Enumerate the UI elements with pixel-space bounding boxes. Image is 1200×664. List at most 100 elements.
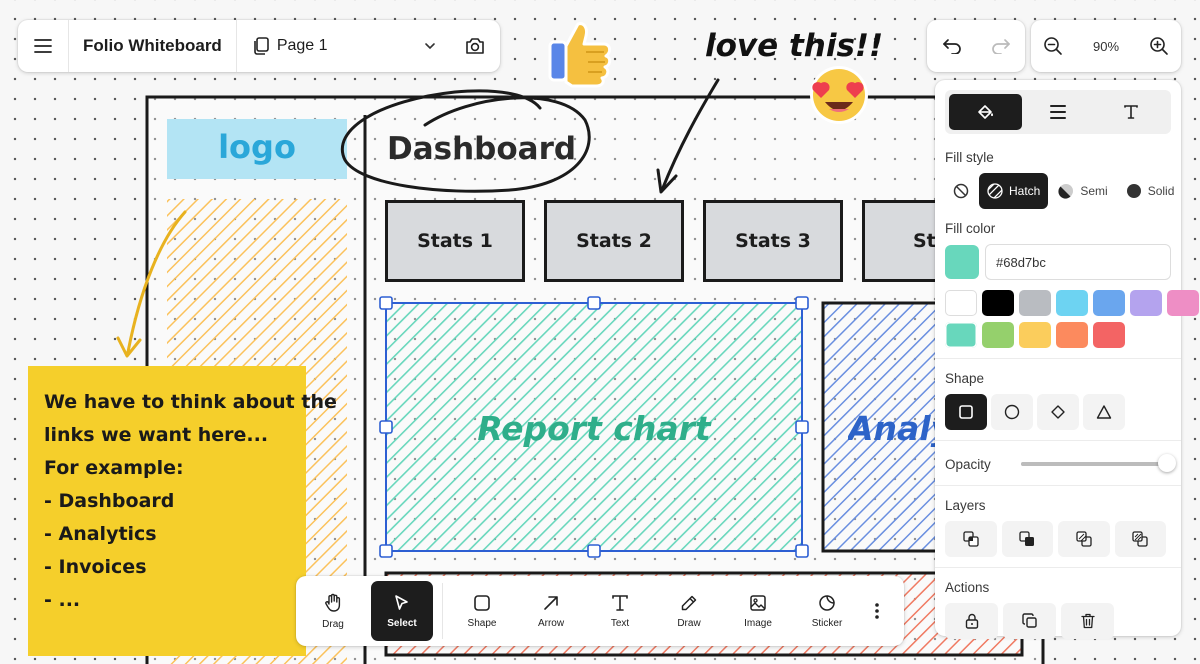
shape-rectangle-button[interactable] — [945, 394, 987, 430]
sticky-line: - Dashboard — [44, 490, 175, 512]
sticky-line: - ... — [44, 589, 81, 611]
hatch-icon — [987, 183, 1003, 199]
color-swatch[interactable] — [945, 290, 977, 316]
bring-to-front-button[interactable] — [1114, 521, 1166, 557]
color-swatch[interactable] — [1093, 290, 1125, 316]
fill-option-solid[interactable]: Solid — [1118, 173, 1183, 209]
tool-image[interactable]: Image — [727, 581, 789, 641]
sticker-icon — [819, 594, 835, 611]
send-to-back-icon — [963, 531, 979, 547]
stats-box-3[interactable]: Stats 3 — [703, 200, 843, 282]
stats-label: Stats 1 — [417, 230, 493, 252]
shape-options — [945, 394, 1171, 430]
tool-label: Shape — [467, 617, 497, 629]
tool-drag[interactable]: Drag — [302, 581, 364, 641]
fill-option-label: Solid — [1147, 184, 1175, 198]
color-swatch[interactable] — [982, 290, 1014, 316]
tool-text[interactable]: Text — [589, 581, 651, 641]
style-panel: Fill style Hatch Semi Solid Fill color #… — [935, 80, 1199, 639]
color-swatch[interactable] — [1130, 290, 1162, 316]
bring-forward-button[interactable] — [1058, 521, 1110, 557]
shape-ellipse-button[interactable] — [991, 394, 1033, 430]
stats-box-4[interactable]: Sta — [862, 200, 942, 282]
tool-draw[interactable]: Draw — [658, 581, 720, 641]
text-icon — [612, 594, 628, 611]
fill-style-options: Hatch Semi Solid — [945, 173, 1174, 209]
duplicate-button[interactable] — [1003, 603, 1056, 639]
send-backward-button[interactable] — [1001, 521, 1053, 557]
thumbs-up-sticker[interactable] — [548, 22, 612, 88]
heart-eyes-sticker[interactable] — [810, 66, 868, 124]
color-swatch[interactable] — [1019, 290, 1051, 316]
menu-button[interactable] — [18, 20, 68, 72]
bring-to-front-icon — [1132, 531, 1148, 547]
color-swatch[interactable] — [1056, 322, 1088, 348]
triangle-icon — [1096, 405, 1112, 419]
analytics-text: Analyt — [848, 409, 938, 448]
send-to-back-button[interactable] — [945, 521, 997, 557]
divider — [935, 485, 1181, 486]
tool-label: Draw — [677, 617, 701, 629]
page-selector-label: Page 1 — [276, 37, 328, 54]
stats-box-2[interactable]: Stats 2 — [544, 200, 684, 282]
undo-button[interactable] — [934, 30, 970, 62]
color-swatch[interactable] — [982, 322, 1014, 348]
opacity-slider[interactable] — [1020, 454, 1176, 472]
opacity-slider-thumb[interactable] — [1158, 454, 1176, 472]
tool-shape[interactable]: Shape — [451, 581, 513, 641]
tool-label: Sticker — [811, 617, 843, 629]
report-chart-text: Report chart — [477, 409, 711, 448]
tab-fill[interactable] — [949, 94, 1022, 130]
fill-option-hatch[interactable]: Hatch — [979, 173, 1049, 209]
shape-triangle-button[interactable] — [1083, 394, 1125, 430]
delete-button[interactable] — [1061, 603, 1114, 639]
zoom-in-button[interactable] — [1149, 36, 1169, 56]
no-fill-icon — [953, 183, 969, 199]
lock-icon — [965, 613, 978, 629]
more-tools-button[interactable] — [865, 602, 889, 620]
lock-button[interactable] — [945, 603, 998, 639]
hex-color-input[interactable]: #68d7bc — [985, 244, 1171, 280]
opacity-slider-fill — [1020, 462, 1167, 466]
screenshot-button[interactable] — [450, 20, 500, 72]
fill-option-none[interactable] — [945, 173, 977, 209]
shape-diamond-button[interactable] — [1037, 394, 1079, 430]
actions-options — [945, 603, 1171, 639]
tool-select[interactable]: Select — [371, 581, 433, 641]
page-selector[interactable]: Page 1 — [237, 37, 450, 55]
shape-label: Shape — [945, 371, 985, 386]
tab-stroke[interactable] — [1022, 94, 1095, 130]
fill-option-semi[interactable]: Semi — [1050, 173, 1115, 209]
zoom-level[interactable]: 90% — [1093, 39, 1119, 54]
sticky-line: - Invoices — [44, 556, 147, 578]
trash-icon — [1080, 613, 1095, 629]
tab-text[interactable] — [1094, 94, 1167, 130]
tool-sticker[interactable]: Sticker — [796, 581, 858, 641]
stats-box-1[interactable]: Stats 1 — [385, 200, 525, 282]
fill-style-label: Fill style — [945, 150, 994, 165]
fill-color-label: Fill color — [945, 221, 996, 236]
current-color-swatch[interactable] — [945, 245, 979, 279]
solid-fill-icon — [1126, 184, 1141, 198]
hand-icon — [325, 593, 341, 612]
zoom-out-icon — [1044, 37, 1062, 55]
sticky-line: links we want here... — [44, 424, 269, 446]
tool-label: Image — [744, 617, 772, 629]
zoom-out-button[interactable] — [1043, 36, 1063, 56]
color-swatch[interactable] — [945, 322, 977, 348]
sticky-note[interactable]: We have to think about the links we want… — [28, 366, 337, 656]
color-swatch[interactable] — [1167, 290, 1199, 316]
color-swatch[interactable] — [1093, 322, 1125, 348]
hamburger-icon — [34, 39, 52, 53]
tool-arrow[interactable]: Arrow — [520, 581, 582, 641]
semi-fill-icon — [1058, 184, 1074, 199]
redo-button[interactable] — [983, 30, 1019, 62]
square-icon — [959, 405, 973, 419]
redo-icon — [991, 39, 1010, 54]
opacity-label: Opacity — [945, 456, 991, 472]
color-swatch[interactable] — [1019, 322, 1051, 348]
stats-label: Stats 2 — [576, 230, 652, 252]
color-swatch[interactable] — [1056, 290, 1088, 316]
fill-option-label: Semi — [1080, 184, 1108, 198]
tool-label: Drag — [322, 618, 344, 630]
